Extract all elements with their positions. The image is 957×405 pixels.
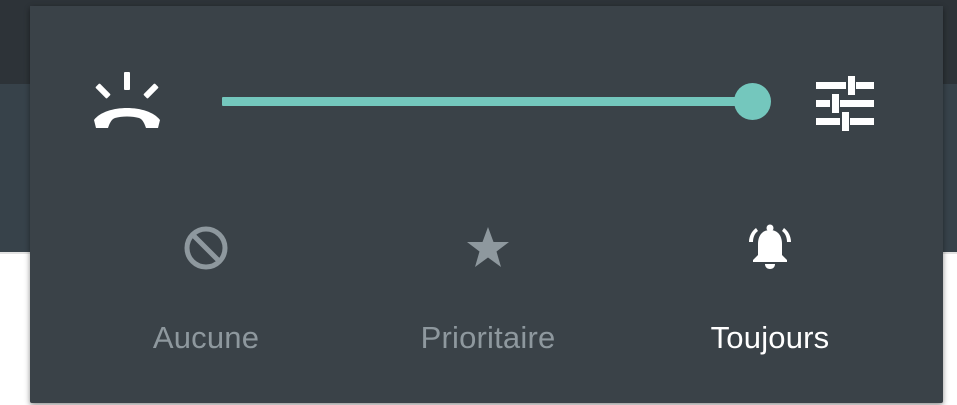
mode-option-none[interactable]: Aucune: [86, 222, 326, 362]
mode-label-priority: Prioritaire: [420, 320, 556, 355]
phone-ringing-icon[interactable]: [88, 70, 166, 134]
mode-option-always[interactable]: Toujours: [650, 222, 890, 362]
star-icon: [462, 222, 514, 274]
bell-ringing-icon: [744, 222, 796, 274]
no-sign-icon: [180, 222, 232, 274]
slider-track: [222, 97, 752, 106]
mode-option-priority[interactable]: Prioritaire: [368, 222, 608, 362]
mode-label-always: Toujours: [710, 320, 830, 355]
volume-slider[interactable]: [222, 82, 771, 122]
tune-sliders-icon[interactable]: [812, 76, 878, 132]
mode-label-none: Aucune: [152, 320, 260, 355]
slider-thumb[interactable]: [734, 83, 771, 120]
volume-panel: Aucune Prioritaire Toujours: [30, 6, 943, 403]
